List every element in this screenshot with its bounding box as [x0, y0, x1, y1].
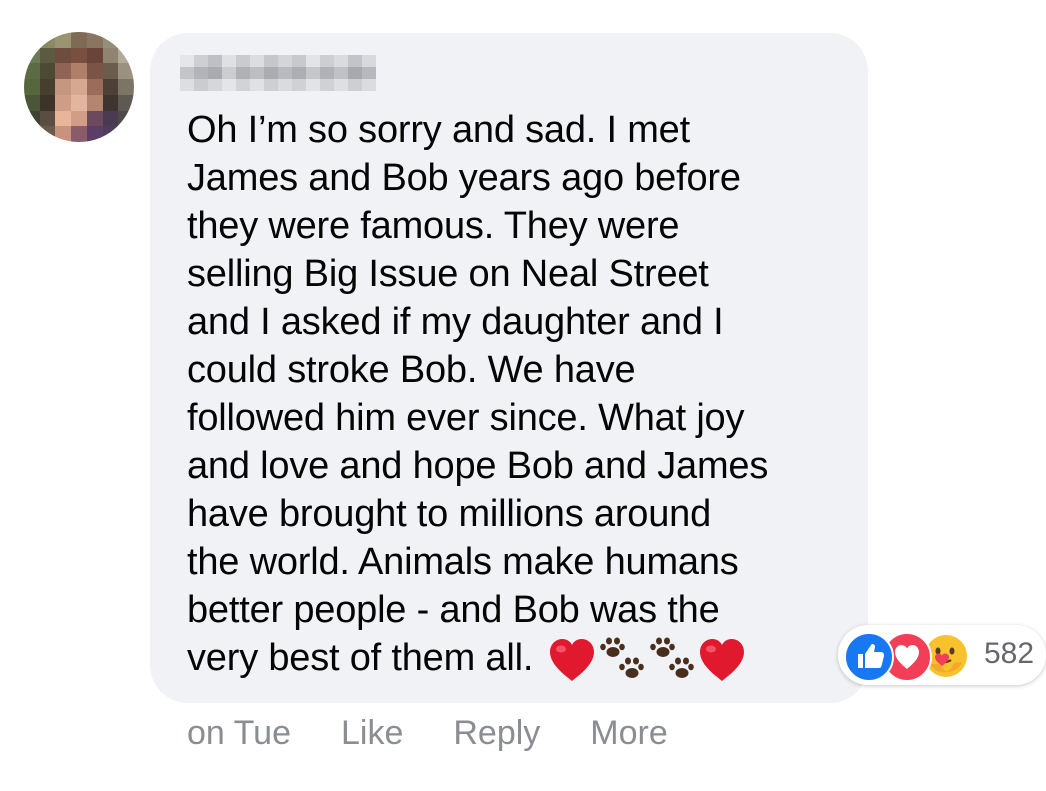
comment-line: have brought to millions around — [187, 493, 712, 535]
author-name-obscured[interactable] — [180, 55, 376, 91]
comment-timestamp[interactable]: on Tue — [187, 714, 291, 753]
like-button[interactable]: Like — [341, 714, 403, 753]
comment-actions: on Tue Like Reply More — [187, 714, 718, 753]
comment-line: the world. Animals make humans — [187, 541, 739, 583]
comment-line: they were famous. They were — [187, 205, 680, 247]
comment-line: Oh I’m so sorry and sad. I met — [187, 109, 690, 151]
comment-line: followed him ever since. What joy — [187, 397, 745, 439]
comment-line: selling Big Issue on Neal Street — [187, 253, 709, 295]
comment-line: better people - and Bob was the — [187, 589, 720, 631]
like-reaction-icon — [844, 632, 894, 682]
reply-button[interactable]: Reply — [453, 714, 540, 753]
comment-line-text: very best of them all. — [187, 637, 534, 679]
avatar[interactable] — [24, 32, 134, 142]
red-heart-icon — [700, 638, 745, 681]
comment-line-last: very best of them all. — [187, 634, 847, 683]
comment-line: James and Bob years ago before — [187, 157, 741, 199]
comment-line: and love and hope Bob and James — [187, 445, 769, 487]
red-heart-icon — [550, 638, 595, 681]
paw-prints-icon — [600, 637, 645, 678]
comment-line: could stroke Bob. We have — [187, 349, 636, 391]
comment-text: Oh I’m so sorry and sad. I met James and… — [187, 106, 847, 683]
comment-line: and I asked if my daughter and I — [187, 301, 724, 343]
paw-prints-icon — [650, 637, 695, 678]
reactions-summary[interactable]: 582 — [838, 625, 1046, 685]
reaction-count: 582 — [984, 637, 1035, 670]
more-button[interactable]: More — [590, 714, 667, 753]
